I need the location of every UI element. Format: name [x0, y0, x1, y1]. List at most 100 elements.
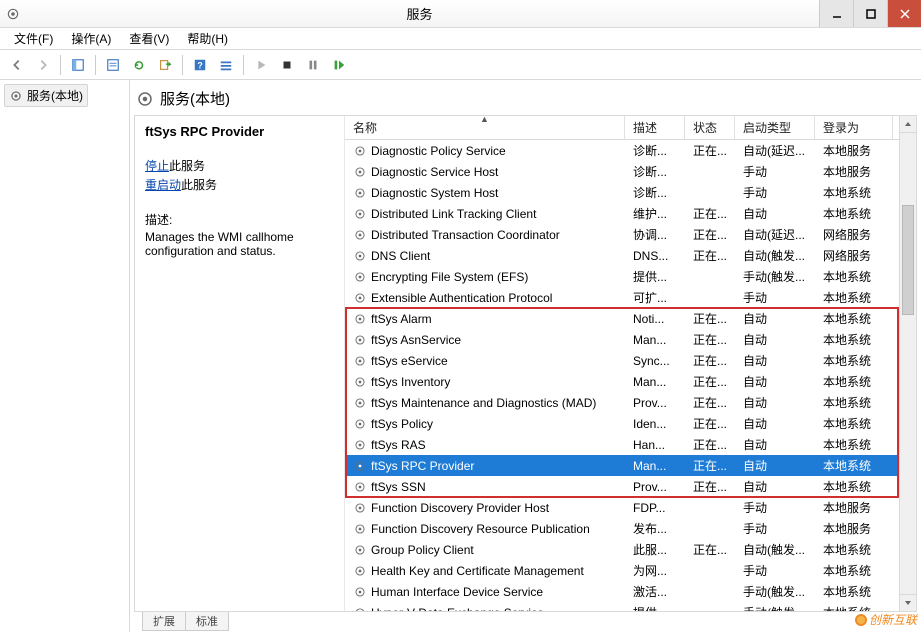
col-start[interactable]: 启动类型 [735, 116, 815, 139]
cell-start: 自动(触发... [735, 541, 815, 558]
gear-icon [353, 396, 367, 410]
table-row[interactable]: Distributed Transaction Coordinator协调...… [345, 224, 916, 245]
menu-view[interactable]: 查看(V) [121, 28, 177, 49]
table-row[interactable]: ftSys Maintenance and Diagnostics (MAD)P… [345, 392, 916, 413]
table-row[interactable]: DNS ClientDNS...正在...自动(触发...网络服务 [345, 245, 916, 266]
cell-status: 正在... [685, 478, 735, 495]
vertical-scrollbar[interactable] [899, 116, 916, 611]
table-row[interactable]: Human Interface Device Service激活...手动(触发… [345, 581, 916, 602]
cell-name: Function Discovery Resource Publication [371, 522, 590, 536]
pause-service-button[interactable] [302, 54, 324, 76]
cell-desc: 提供... [625, 604, 685, 611]
table-row[interactable]: ftSys eServiceSync...正在...自动本地系统 [345, 350, 916, 371]
cell-start: 手动(触发... [735, 583, 815, 600]
sort-asc-icon: ▲ [480, 116, 489, 124]
cell-logon: 本地系统 [815, 604, 893, 611]
show-hide-tree-button[interactable] [67, 54, 89, 76]
gear-icon [353, 228, 367, 242]
cell-logon: 本地系统 [815, 436, 893, 453]
table-row[interactable]: ftSys AsnServiceMan...正在...自动本地系统 [345, 329, 916, 350]
cell-start: 手动 [735, 289, 815, 306]
cell-logon: 本地服务 [815, 499, 893, 516]
close-button[interactable] [887, 0, 921, 27]
table-row[interactable]: ftSys PolicyIden...正在...自动本地系统 [345, 413, 916, 434]
table-row[interactable]: Distributed Link Tracking Client维护...正在.… [345, 203, 916, 224]
cell-start: 自动 [735, 352, 815, 369]
table-row[interactable]: Encrypting File System (EFS)提供...手动(触发..… [345, 266, 916, 287]
cell-start: 手动 [735, 163, 815, 180]
cell-start: 自动 [735, 436, 815, 453]
cell-start: 手动 [735, 499, 815, 516]
stop-link[interactable]: 停止 [145, 159, 169, 173]
table-row[interactable]: Group Policy Client此服...正在...自动(触发...本地系… [345, 539, 916, 560]
help-button[interactable]: ? [189, 54, 211, 76]
table-row[interactable]: Diagnostic Service Host诊断...手动本地服务 [345, 161, 916, 182]
col-logon[interactable]: 登录为 [815, 116, 893, 139]
table-row[interactable]: Function Discovery Provider HostFDP...手动… [345, 497, 916, 518]
cell-start: 自动 [735, 331, 815, 348]
cell-name: Diagnostic Service Host [371, 165, 498, 179]
cell-name: Hyper-V Data Exchange Service [371, 606, 544, 612]
gear-icon [353, 291, 367, 305]
tree-root-item[interactable]: 服务(本地) [4, 84, 88, 107]
cell-logon: 本地系统 [815, 562, 893, 579]
cell-start: 自动(触发... [735, 247, 815, 264]
stop-suffix: 此服务 [169, 159, 205, 173]
restart-link[interactable]: 重启动 [145, 178, 181, 192]
separator [243, 55, 244, 75]
table-row[interactable]: ftSys RASHan...正在...自动本地系统 [345, 434, 916, 455]
table-row[interactable]: Function Discovery Resource Publication发… [345, 518, 916, 539]
tab-extended[interactable]: 扩展 [142, 612, 186, 631]
cell-status: 正在... [685, 247, 735, 264]
menu-help[interactable]: 帮助(H) [179, 28, 236, 49]
back-button[interactable] [6, 54, 28, 76]
menu-file[interactable]: 文件(F) [6, 28, 61, 49]
svg-text:?: ? [197, 60, 202, 70]
cell-desc: Prov... [625, 480, 685, 494]
cell-desc: 诊断... [625, 142, 685, 159]
col-name[interactable]: 名称▲ [345, 116, 625, 139]
main-split: 服务(本地) 服务(本地) ftSys RPC Provider 停止此服务 重… [0, 80, 921, 632]
start-service-button[interactable] [250, 54, 272, 76]
table-row[interactable]: Extensible Authentication Protocol可扩...手… [345, 287, 916, 308]
description-text: Manages the WMI callhome configuration a… [145, 230, 334, 258]
table-row[interactable]: Hyper-V Data Exchange Service提供...手动(触发.… [345, 602, 916, 611]
minimize-button[interactable] [819, 0, 853, 27]
toolbar: ? [0, 50, 921, 80]
scroll-down-button[interactable] [900, 594, 916, 611]
cell-name: Extensible Authentication Protocol [371, 291, 552, 305]
stop-service-button[interactable] [276, 54, 298, 76]
maximize-button[interactable] [853, 0, 887, 27]
table-row[interactable]: Diagnostic System Host诊断...手动本地系统 [345, 182, 916, 203]
cell-logon: 本地系统 [815, 415, 893, 432]
table-row[interactable]: Health Key and Certificate Management为网.… [345, 560, 916, 581]
cell-logon: 本地系统 [815, 541, 893, 558]
gear-icon [353, 165, 367, 179]
table-row[interactable]: ftSys SSNProv...正在...自动本地系统 [345, 476, 916, 497]
properties-button[interactable] [102, 54, 124, 76]
cell-start: 手动 [735, 562, 815, 579]
forward-button[interactable] [32, 54, 54, 76]
table-row[interactable]: ftSys RPC ProviderMan...正在...自动本地系统 [345, 455, 916, 476]
cell-status: 正在... [685, 226, 735, 243]
menu-action[interactable]: 操作(A) [63, 28, 119, 49]
cell-desc: FDP... [625, 501, 685, 515]
scroll-thumb[interactable] [902, 205, 914, 315]
cell-status: 正在... [685, 415, 735, 432]
col-desc[interactable]: 描述 [625, 116, 685, 139]
table-row[interactable]: ftSys InventoryMan...正在...自动本地系统 [345, 371, 916, 392]
table-row[interactable]: ftSys AlarmNoti...正在...自动本地系统 [345, 308, 916, 329]
cell-start: 自动 [735, 415, 815, 432]
cell-desc: Sync... [625, 354, 685, 368]
table-row[interactable]: Diagnostic Policy Service诊断...正在...自动(延迟… [345, 140, 916, 161]
selected-service-name: ftSys RPC Provider [145, 124, 334, 139]
restart-service-button[interactable] [328, 54, 350, 76]
col-status[interactable]: 状态 [685, 116, 735, 139]
export-button[interactable] [154, 54, 176, 76]
list-button[interactable] [215, 54, 237, 76]
pane-body: ftSys RPC Provider 停止此服务 重启动此服务 描述: Mana… [134, 115, 917, 612]
refresh-button[interactable] [128, 54, 150, 76]
scroll-up-button[interactable] [900, 116, 916, 133]
tab-standard[interactable]: 标准 [185, 612, 229, 631]
scroll-track[interactable] [900, 133, 916, 594]
